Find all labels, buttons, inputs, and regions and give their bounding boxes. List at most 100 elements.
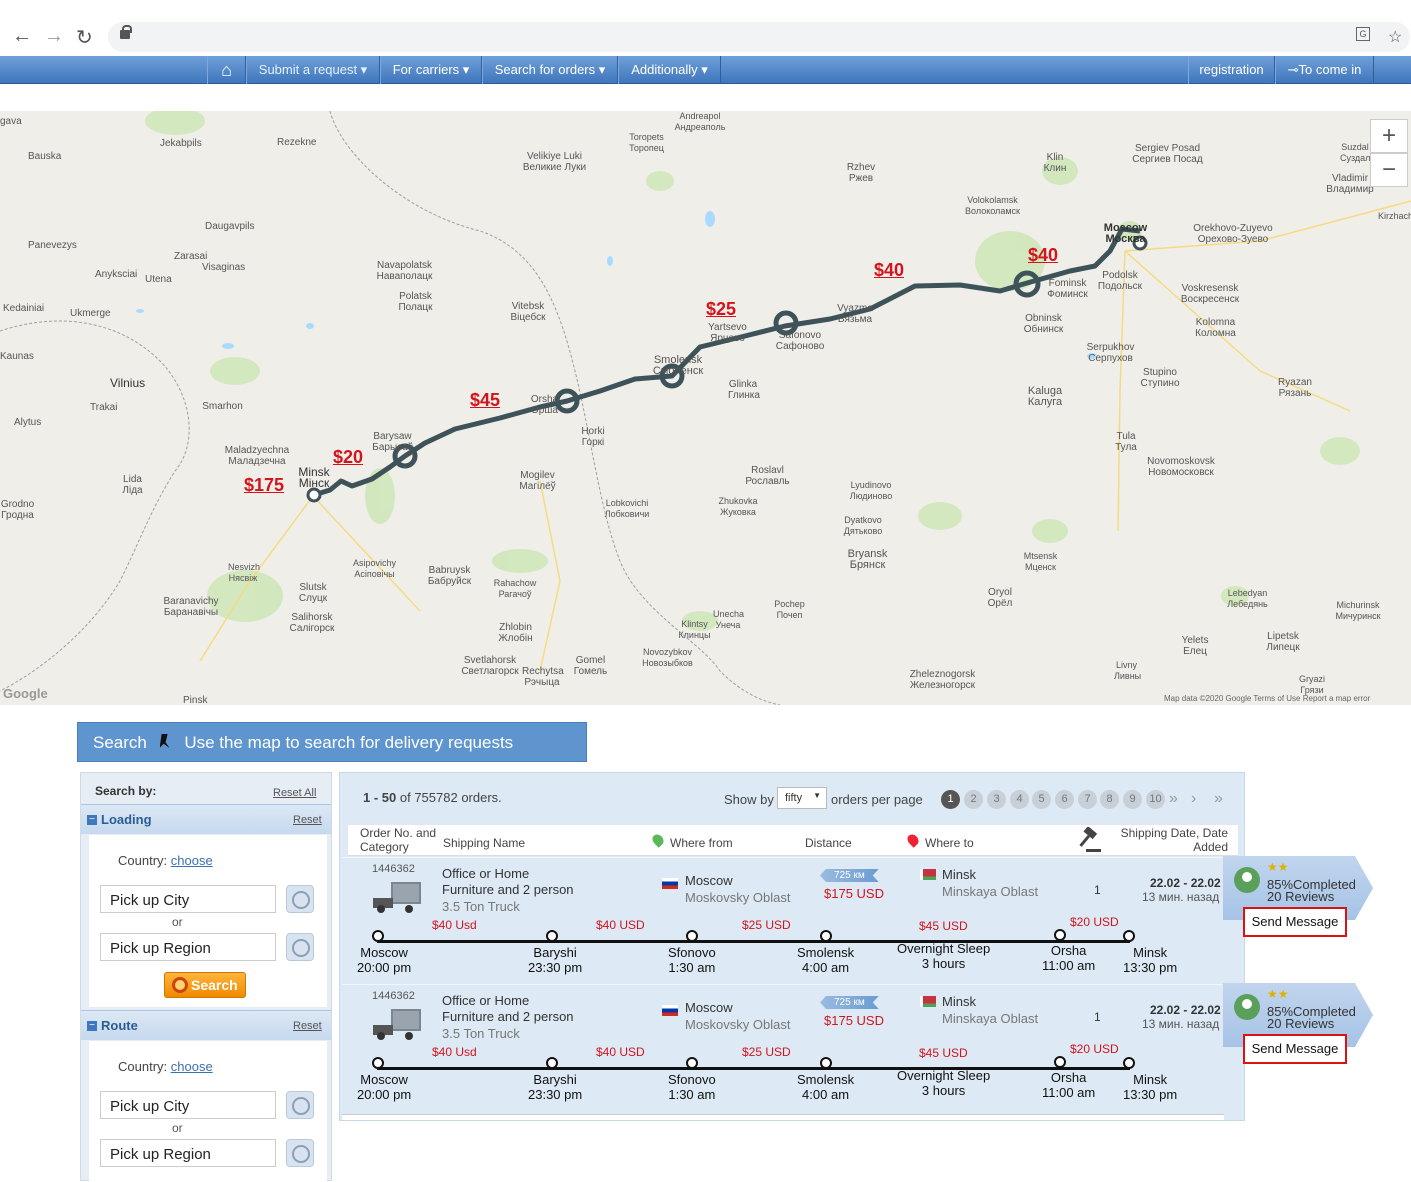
timeline-stop-dot[interactable] (546, 1057, 558, 1069)
send-message-button[interactable]: Send Message (1243, 1034, 1347, 1064)
locate-icon[interactable] (286, 933, 314, 961)
menu-for-carriers[interactable]: For carriers ▾ (380, 56, 482, 84)
city-label: Glinka Глинка (728, 379, 760, 401)
shipping-name[interactable]: Office or Home Furniture and 2 person (442, 993, 574, 1025)
zoom-in-button[interactable]: + (1370, 119, 1408, 153)
city-label: Velikiye Luki Великие Луки (522, 151, 587, 173)
next-page-button[interactable]: › (1191, 790, 1196, 808)
loading-region-input[interactable]: Pick up Region (100, 933, 276, 961)
shipping-name[interactable]: Office or Home Furniture and 2 person (442, 866, 574, 898)
timeline-stop-dot[interactable] (372, 930, 384, 942)
registration-link[interactable]: registration (1188, 56, 1275, 84)
map-attribution[interactable]: Map data ©2020 Google Terms of Use Repor… (1164, 694, 1370, 703)
timeline-stop: Sfonovo 1:30 am (668, 945, 716, 975)
pin-icon (159, 734, 170, 748)
locate-icon[interactable] (286, 1139, 314, 1167)
table-row[interactable]: 1446362 Office or Home Furniture and 2 per… (342, 857, 1224, 977)
route-region-input[interactable]: Pick up Region (100, 1139, 276, 1167)
star-icon[interactable]: ☆ (1388, 27, 1402, 47)
login-link[interactable]: ⊸To come in (1275, 56, 1374, 84)
timeline-stop-dot[interactable] (1123, 930, 1135, 942)
city-label: Bauska (28, 151, 62, 162)
route-price-label[interactable]: $40 (874, 260, 904, 281)
timeline-stop: Orsha 11:00 am (1042, 1070, 1095, 1100)
reviews-link[interactable]: 20 Reviews (1267, 889, 1334, 904)
back-icon[interactable]: ← (12, 25, 32, 48)
segment-price: $25 USD (742, 918, 791, 932)
page-4[interactable]: 4 (1010, 790, 1029, 809)
loading-country-choose[interactable]: choose (171, 853, 213, 868)
page-6[interactable]: 6 (1055, 790, 1074, 809)
route-price-label[interactable]: $25 (706, 299, 736, 320)
timeline-stop-dot[interactable] (1123, 1057, 1135, 1069)
page-1[interactable]: 1 (941, 790, 960, 809)
search-button[interactable]: Search (164, 972, 246, 998)
loading-city-input[interactable]: Pick up City (100, 885, 276, 913)
segment-price: $20 USD (1070, 915, 1119, 929)
city-label: Volokolamsk Волоколамск (965, 195, 1020, 216)
page-5[interactable]: 5 (1032, 790, 1051, 809)
last-page-button[interactable]: » (1214, 790, 1223, 808)
address-bar[interactable] (108, 22, 1410, 52)
from-city: Moscow (685, 873, 733, 888)
collapse-icon[interactable]: − (87, 1021, 97, 1031)
timeline-stop-dot[interactable] (1054, 929, 1066, 941)
route-price-label[interactable]: $20 (333, 447, 363, 468)
page-8[interactable]: 8 (1100, 790, 1119, 809)
route-reset-link[interactable]: Reset (293, 1020, 322, 1032)
timeline-stop-dot[interactable] (820, 1057, 832, 1069)
route-price-label[interactable]: $175 (244, 475, 284, 496)
zoom-out-button[interactable]: − (1370, 153, 1408, 187)
locate-icon[interactable] (286, 885, 314, 913)
city-label: Podolsk Подольск (1097, 270, 1143, 292)
forward-icon[interactable]: → (44, 25, 64, 48)
home-icon[interactable]: ⌂ (207, 56, 246, 84)
col-distance: Distance (805, 836, 852, 850)
timeline-stop-dot[interactable] (686, 930, 698, 942)
menu-additionally[interactable]: Additionally ▾ (618, 56, 721, 84)
page-10[interactable]: 10 (1146, 790, 1165, 809)
city-label: Vilnius (110, 376, 146, 390)
route-country-choose[interactable]: choose (171, 1059, 213, 1074)
timeline-stop-dot[interactable] (1054, 1056, 1066, 1068)
city-label: Ukmerge (70, 308, 111, 319)
route-map[interactable]: gava Bauska Jekabpils Rezekne Daugavpils… (0, 111, 1411, 705)
page-7[interactable]: 7 (1078, 790, 1097, 809)
reload-icon[interactable]: ↻ (76, 25, 93, 50)
timeline-stop-dot[interactable] (546, 930, 558, 942)
stop-name: Smolensk (797, 945, 855, 960)
order-id[interactable]: 1446362 (372, 990, 415, 1002)
menu-submit-request[interactable]: Submit a request ▾ (246, 56, 380, 84)
collapse-icon[interactable]: − (87, 815, 97, 825)
page-9[interactable]: 9 (1123, 790, 1142, 809)
page-3[interactable]: 3 (987, 790, 1006, 809)
stop-name: Overnight Sleep (897, 941, 991, 956)
menu-search-orders[interactable]: Search for orders ▾ (482, 56, 618, 84)
order-id[interactable]: 1446362 (372, 863, 415, 875)
locate-icon[interactable] (286, 1091, 314, 1119)
next-pages-button[interactable]: » (1169, 790, 1178, 808)
timeline-stop-dot[interactable] (372, 1057, 384, 1069)
segment-price: $40 USD (596, 1045, 645, 1059)
reset-all-link[interactable]: Reset All (273, 787, 316, 799)
route-section-header[interactable]: − Route Reset (81, 1010, 331, 1040)
timeline-stop-dot[interactable] (686, 1057, 698, 1069)
country-label: Country: (118, 853, 168, 868)
route-price-label[interactable]: $45 (470, 390, 500, 411)
table-row[interactable]: 1446362 Office or Home Furniture and 2 per… (342, 984, 1224, 1104)
avatar (1234, 867, 1260, 893)
route-price-label[interactable]: $40 (1028, 245, 1058, 266)
map-search-banner[interactable]: Search Use the map to search for deliver… (77, 722, 587, 762)
send-message-button[interactable]: Send Message (1243, 907, 1347, 937)
route-city-input[interactable]: Pick up City (100, 1091, 276, 1119)
col-date: Shipping Date, Date Added (1120, 826, 1228, 854)
per-page-select[interactable]: fifty ▼ (777, 787, 827, 809)
orders-panel: 1 - 50 of 755782 orders. Show by fifty ▼… (339, 772, 1245, 1121)
city-label: Polatsk Полацк (398, 291, 433, 313)
reviews-link[interactable]: 20 Reviews (1267, 1016, 1334, 1031)
page-2[interactable]: 2 (964, 790, 983, 809)
loading-reset-link[interactable]: Reset (293, 814, 322, 826)
timeline-stop-dot[interactable] (820, 930, 832, 942)
loading-section-header[interactable]: − Loading Reset (81, 804, 331, 834)
translate-icon[interactable]: G (1356, 27, 1370, 41)
